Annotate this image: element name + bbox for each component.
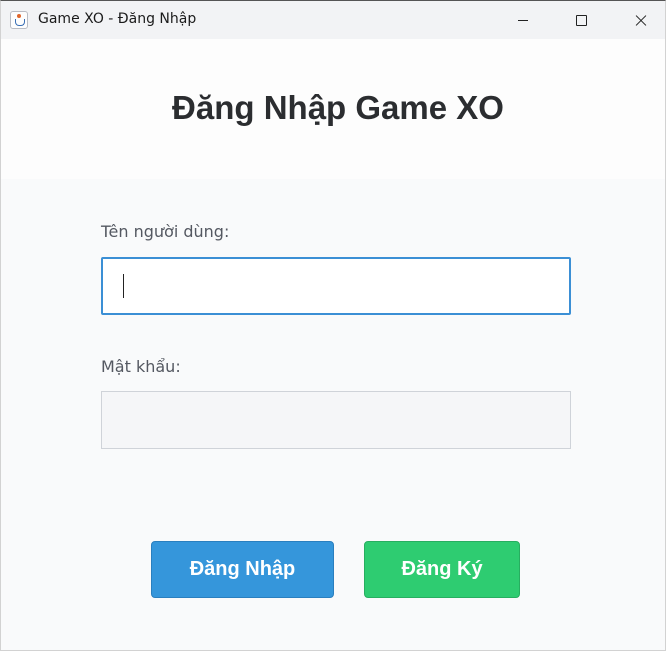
page-title: Đăng Nhập Game XO bbox=[172, 89, 504, 126]
maximize-icon bbox=[576, 15, 587, 26]
title-bar: Game XO - Đăng Nhập bbox=[1, 1, 665, 39]
minimize-icon bbox=[518, 20, 528, 21]
register-button[interactable]: Đăng Ký bbox=[364, 541, 520, 598]
login-form: Đăng Nhập Game XO Tên người dùng: Mật kh… bbox=[1, 39, 665, 650]
text-caret bbox=[123, 274, 124, 298]
window-title: Game XO - Đăng Nhập bbox=[38, 11, 197, 27]
password-field[interactable] bbox=[101, 391, 571, 449]
java-coffee-icon bbox=[10, 11, 28, 29]
username-label: Tên người dùng: bbox=[101, 222, 230, 241]
username-input[interactable] bbox=[103, 259, 569, 313]
username-field[interactable] bbox=[101, 257, 571, 315]
close-button[interactable] bbox=[617, 1, 663, 39]
login-window: Game XO - Đăng Nhập Đăng Nhập Game XO Tê… bbox=[0, 0, 666, 651]
minimize-button[interactable] bbox=[501, 1, 547, 39]
password-label: Mật khẩu: bbox=[101, 357, 181, 376]
login-button[interactable]: Đăng Nhập bbox=[151, 541, 334, 598]
maximize-button[interactable] bbox=[559, 1, 605, 39]
password-input[interactable] bbox=[102, 392, 570, 448]
